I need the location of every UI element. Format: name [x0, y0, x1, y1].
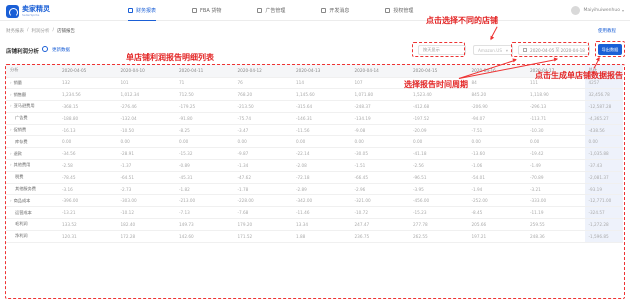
- nav-tab-icon: [385, 8, 391, 13]
- nav-tab-icon: [257, 8, 263, 13]
- chevron-down-icon: ▾: [621, 8, 624, 13]
- help-link[interactable]: 使用教程: [598, 28, 616, 34]
- nav-tab-icon: [321, 8, 327, 13]
- nav-tab-1[interactable]: FBA 货物: [192, 0, 221, 21]
- annotation-arrow-store: [489, 26, 498, 40]
- breadcrumb-separator: /: [52, 28, 55, 33]
- page-title: 店铺利润分析: [6, 49, 40, 55]
- nav-tab-label: 开发消息: [329, 8, 350, 14]
- top-navigation-bar: 卖家精灵 SellerSprite 财务报表 FBA 货物 广告管理 开发消息 授权管理…: [0, 0, 630, 21]
- annotation-store-label: 点击选择不同的店铺: [426, 16, 498, 25]
- avatar: [571, 6, 581, 15]
- logo-icon: [6, 4, 19, 18]
- logo-subtitle: SellerSprite: [22, 12, 40, 17]
- breadcrumb-separator: /: [27, 28, 29, 33]
- annotation-list-label: 单店铺利润报告明细列表: [126, 53, 214, 62]
- nav-tab-icon: [192, 8, 198, 13]
- nav-tab-icon: [128, 8, 133, 13]
- nav-tab-4[interactable]: 授权管理: [385, 0, 413, 21]
- main-nav: 财务报表 FBA 货物 广告管理 开发消息 授权管理: [118, 0, 413, 21]
- breadcrumb: 财务报表 / 利润分析 / 店铺报告: [6, 28, 78, 34]
- user-menu[interactable]: Maiyihuiwenhuo ▾: [571, 6, 624, 15]
- annotation-date-label: 选择报告时间周期: [404, 80, 468, 89]
- breadcrumb-item-finance[interactable]: 财务报表: [6, 28, 24, 34]
- refresh-data-link[interactable]: 更新数据: [52, 47, 70, 53]
- nav-tab-label: 财务报表: [136, 8, 157, 14]
- nav-tab-label: FBA 货物: [200, 8, 222, 14]
- nav-tab-label: 授权管理: [393, 8, 414, 14]
- annotation-export-box: [595, 41, 625, 57]
- nav-tab-label: 广告管理: [265, 8, 286, 14]
- nav-tab-3[interactable]: 开发消息: [321, 0, 349, 21]
- store-select-value: Amazon.US: [478, 47, 502, 53]
- user-name: Maiyihuiwenhuo: [583, 8, 620, 13]
- nav-tab-0[interactable]: 财务报表: [128, 0, 157, 21]
- logo-name: 卖家精灵: [22, 4, 50, 13]
- nav-tab-2[interactable]: 广告管理: [257, 0, 285, 21]
- annotation-export-label: 点击生成单店铺数据报告: [535, 71, 623, 80]
- store-select[interactable]: Amazon.US ▾: [473, 45, 513, 55]
- app-logo[interactable]: 卖家精灵 SellerSprite: [6, 4, 54, 18]
- chevron-down-icon: ▾: [505, 47, 508, 53]
- breadcrumb-item-current: 店铺报告: [57, 29, 76, 34]
- help-circle-icon[interactable]: [42, 46, 48, 52]
- annotation-table-box: [5, 64, 625, 299]
- annotation-date-box: [511, 42, 589, 57]
- breadcrumb-item-profit[interactable]: 利润分析: [32, 28, 50, 34]
- annotation-store-box: [412, 42, 465, 57]
